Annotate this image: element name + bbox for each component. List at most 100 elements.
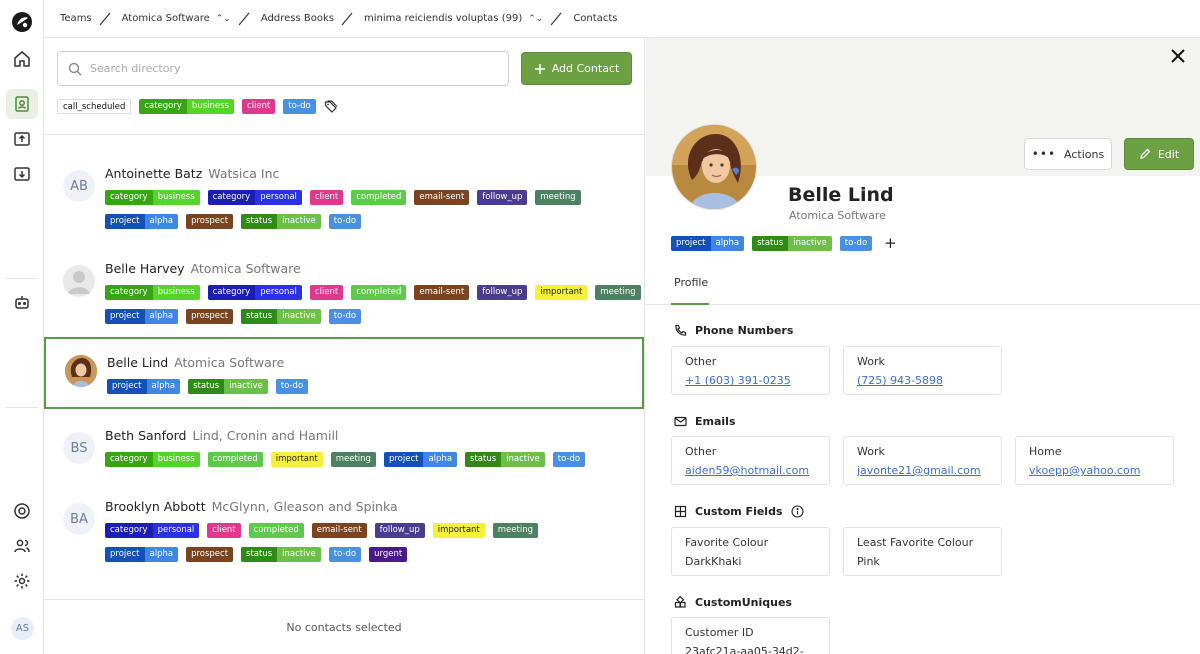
tag-project-alpha[interactable]: project alpha [105, 309, 179, 324]
tag-status-inactive[interactable]: status inactive [752, 235, 832, 251]
contacts-icon[interactable] [6, 89, 38, 119]
tag-email-sent[interactable]: email-sent [414, 285, 470, 300]
support-icon[interactable] [10, 499, 34, 523]
actions-button[interactable]: ••• Actions [1024, 138, 1112, 170]
tag-important[interactable]: important [270, 452, 323, 467]
tag-important[interactable]: important [535, 285, 588, 300]
tag-project-alpha[interactable]: project alpha [107, 379, 181, 394]
email-link[interactable]: vkoepp@yahoo.com [1029, 464, 1160, 477]
phone-link[interactable]: +1 (603) 391-0235 [685, 374, 816, 387]
blocks-icon [674, 596, 686, 608]
tag-prospect[interactable]: prospect [186, 214, 234, 229]
tag-category-business[interactable]: category business [105, 285, 200, 300]
tag-category-business[interactable]: category business [139, 99, 234, 114]
contact-row[interactable]: BA Brooklyn Abbott McGlynn, Gleason and Sp… [44, 483, 644, 573]
tag-urgent[interactable]: urgent [369, 547, 408, 562]
search-input[interactable] [90, 62, 470, 75]
tag-follow-up[interactable]: follow_up [374, 523, 425, 538]
upload-icon[interactable] [10, 127, 34, 151]
tag-client[interactable]: client [309, 285, 344, 300]
tag-category-business[interactable]: category business [105, 452, 200, 467]
tag-status-inactive[interactable]: status inactive [188, 379, 268, 394]
breadcrumb-teams[interactable]: Teams [60, 12, 112, 26]
add-tag-button[interactable]: + [884, 234, 897, 252]
contact-name: Belle Lind Atomica Software [107, 355, 285, 370]
tag-meeting[interactable]: meeting [535, 190, 581, 205]
tag-important[interactable]: important [432, 523, 485, 538]
close-icon[interactable] [1170, 48, 1186, 64]
tag-category-personal[interactable]: category personal [105, 523, 200, 538]
tag-project-alpha[interactable]: project alpha [105, 214, 179, 229]
email-link[interactable]: javonte21@gmail.com [857, 464, 988, 477]
contact-name: Antoinette Batz Watsica Inc [105, 166, 280, 181]
breadcrumb-book-select[interactable]: minima reiciendis voluptas (99) ⌃⌄ [364, 12, 563, 26]
tag-category-business[interactable]: category business [105, 190, 200, 205]
contact-row[interactable]: BS Beth Sanford Lind, Cronin and Hamill cat… [44, 412, 644, 484]
user-avatar[interactable]: AS [11, 617, 34, 640]
info-icon[interactable] [790, 505, 804, 518]
contact-name: Beth Sanford Lind, Cronin and Hamill [105, 428, 339, 443]
phone-card-other: Other +1 (603) 391-0235 [671, 346, 830, 395]
contact-company: Atomica Software [174, 355, 285, 370]
edit-button[interactable]: Edit [1124, 138, 1194, 170]
tag-to-do[interactable]: to-do [839, 235, 873, 251]
tags-icon[interactable] [324, 99, 338, 114]
tag-client[interactable]: client [207, 523, 241, 538]
tag-to-do[interactable]: to-do [283, 99, 316, 114]
tag-completed[interactable]: completed [207, 452, 263, 467]
tag-meeting[interactable]: meeting [492, 523, 538, 538]
tag-status-inactive[interactable]: status inactive [465, 452, 545, 467]
contact-avatar: BA [63, 503, 95, 535]
contact-name: Belle Lind [788, 184, 894, 206]
tag-meeting[interactable]: meeting [595, 285, 641, 300]
tab-profile[interactable]: Profile [674, 276, 708, 289]
tag-email-sent[interactable]: email-sent [311, 523, 367, 538]
phone-link[interactable]: (725) 943-5898 [857, 374, 988, 387]
contact-row[interactable]: Belle Lind Atomica Software project alpha st… [44, 337, 644, 409]
slash-icon [99, 12, 111, 25]
tag-to-do[interactable]: to-do [328, 547, 362, 562]
tag-category-personal[interactable]: category personal [207, 190, 302, 205]
breadcrumb-team-select[interactable]: Atomica Software ⌃⌄ [122, 12, 251, 26]
tag-completed[interactable]: completed [351, 285, 407, 300]
tag-status-inactive[interactable]: status inactive [241, 547, 321, 562]
tag-status-inactive[interactable]: status inactive [241, 214, 321, 229]
slash-icon [341, 12, 353, 25]
search-box[interactable] [57, 51, 509, 86]
tag-status-inactive[interactable]: status inactive [241, 309, 321, 324]
settings-gear-icon[interactable] [10, 569, 34, 593]
users-icon[interactable] [10, 534, 34, 558]
tag-project-alpha[interactable]: project alpha [383, 452, 458, 467]
tag-prospect[interactable]: prospect [186, 309, 234, 324]
tag-prospect[interactable]: prospect [186, 547, 234, 562]
tag-category-personal[interactable]: category personal [207, 285, 302, 300]
tag-meeting[interactable]: meeting [330, 452, 376, 467]
tag-completed[interactable]: completed [351, 190, 407, 205]
tag-call-scheduled[interactable]: call_scheduled [57, 99, 132, 114]
contact-row[interactable]: AB Antoinette Batz Watsica Inc category busi… [44, 150, 644, 245]
tag-client[interactable]: client [241, 99, 276, 114]
tag-to-do[interactable]: to-do [275, 379, 309, 394]
tag-follow-up[interactable]: follow_up [477, 190, 528, 205]
contact-tags: project alpha prospect status inactive to-do [105, 309, 362, 324]
tag-project-alpha[interactable]: project alpha [105, 547, 179, 562]
tag-follow-up[interactable]: follow_up [477, 285, 528, 300]
tag-email-sent[interactable]: email-sent [414, 190, 470, 205]
breadcrumb-contacts[interactable]: Contacts [573, 13, 617, 24]
home-icon[interactable] [10, 47, 34, 71]
contact-tags: project alpha prospect status inactive to-do [105, 214, 362, 229]
contact-tags: category business category personal client co… [105, 285, 641, 300]
email-link[interactable]: aiden59@hotmail.com [685, 464, 816, 477]
tag-project-alpha[interactable]: project alpha [671, 235, 745, 251]
breadcrumb-address-books[interactable]: Address Books [261, 12, 354, 26]
tag-to-do[interactable]: to-do [328, 309, 362, 324]
bot-icon[interactable] [10, 290, 34, 314]
tag-client[interactable]: client [309, 190, 344, 205]
download-icon[interactable] [10, 162, 34, 186]
tag-completed[interactable]: completed [248, 523, 304, 538]
tag-to-do[interactable]: to-do [552, 452, 586, 467]
add-contact-button[interactable]: Add Contact [521, 52, 632, 85]
tag-to-do[interactable]: to-do [328, 214, 362, 229]
app-logo-icon[interactable] [10, 10, 34, 34]
contact-row[interactable]: Belle Harvey Atomica Software category busi… [44, 245, 644, 340]
